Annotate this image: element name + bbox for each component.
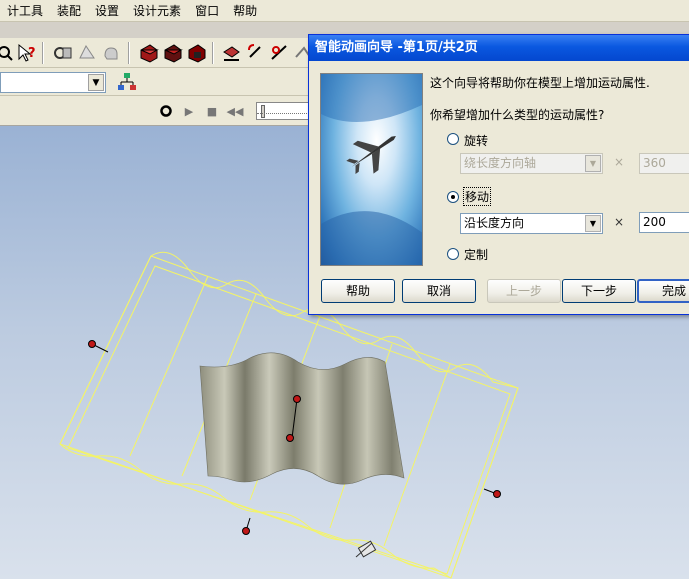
move-direction-select[interactable]: 沿长度方向 ▼ bbox=[460, 213, 603, 234]
rotate-tool-icon[interactable] bbox=[244, 42, 266, 64]
menu-window[interactable]: 窗口 bbox=[188, 0, 226, 22]
menu-settings[interactable]: 设置 bbox=[88, 0, 126, 22]
stop-icon[interactable]: ■ bbox=[203, 102, 221, 120]
finish-button[interactable]: 完成 bbox=[637, 279, 689, 303]
anchor-icon[interactable] bbox=[355, 540, 377, 558]
rotate-axis-select[interactable]: 绕长度方向轴 ▼ bbox=[460, 153, 603, 174]
move-label[interactable]: 移动 bbox=[462, 187, 492, 206]
record-icon[interactable] bbox=[157, 102, 175, 120]
rewind-icon[interactable]: ◀◀ bbox=[226, 102, 244, 120]
scene-selector[interactable]: ▼ bbox=[0, 72, 106, 93]
menu-bar: 计工具 装配 设置 设计元素 窗口 帮助 bbox=[0, 0, 689, 22]
corrugated-sheet[interactable] bbox=[199, 352, 405, 485]
solid-shaded-icon[interactable] bbox=[186, 42, 208, 64]
rotate-amount-input[interactable]: 360 bbox=[639, 153, 689, 174]
move-direction-value: 沿长度方向 bbox=[464, 216, 525, 230]
dialog-title: 智能动画向导 -第1页/共2页 bbox=[309, 35, 689, 61]
timeline-slider[interactable] bbox=[256, 102, 316, 120]
chevron-down-icon[interactable]: ▼ bbox=[585, 215, 601, 232]
menu-tools[interactable]: 计工具 bbox=[0, 0, 50, 22]
toolbar-separator bbox=[128, 42, 130, 64]
transform-icon[interactable] bbox=[220, 42, 242, 64]
custom-label[interactable]: 定制 bbox=[464, 246, 488, 263]
solid-red-icon[interactable] bbox=[138, 42, 160, 64]
prev-button[interactable]: 上一步 bbox=[487, 279, 561, 303]
wizard-banner-image bbox=[320, 73, 423, 266]
wizard-question: 你希望增加什么类型的运动属性? bbox=[430, 108, 605, 122]
zoom-icon[interactable] bbox=[0, 42, 16, 64]
menu-help[interactable]: 帮助 bbox=[226, 0, 264, 22]
menu-design-elements[interactable]: 设计元素 bbox=[126, 0, 188, 22]
toolbar-separator bbox=[212, 42, 214, 64]
play-icon[interactable]: ▶ bbox=[180, 102, 198, 120]
menu-assembly[interactable]: 装配 bbox=[50, 0, 88, 22]
toolbar-separator bbox=[42, 42, 44, 64]
part-tool-icon[interactable] bbox=[52, 42, 74, 64]
chevron-down-icon[interactable]: ▼ bbox=[88, 74, 104, 91]
chevron-down-icon[interactable]: ▼ bbox=[585, 155, 601, 172]
scale-tool-icon[interactable] bbox=[268, 42, 290, 64]
custom-radio[interactable] bbox=[447, 248, 459, 260]
pan-tool-icon[interactable] bbox=[100, 42, 122, 64]
solid-dark-icon[interactable] bbox=[162, 42, 184, 64]
cancel-button[interactable]: 取消 bbox=[402, 279, 476, 303]
times-icon: × bbox=[614, 155, 625, 169]
move-radio[interactable] bbox=[447, 191, 459, 203]
svg-text:?: ? bbox=[28, 46, 36, 61]
shape-tool-icon[interactable] bbox=[76, 42, 98, 64]
hierarchy-icon[interactable] bbox=[116, 71, 138, 93]
next-button[interactable]: 下一步 bbox=[562, 279, 636, 303]
rotate-radio[interactable] bbox=[447, 133, 459, 145]
move-amount-input[interactable]: 200 bbox=[639, 212, 689, 233]
rotate-axis-value: 绕长度方向轴 bbox=[464, 156, 537, 170]
help-button[interactable]: 帮助 bbox=[321, 279, 395, 303]
wizard-intro: 这个向导将帮助你在模型上增加运动属性. bbox=[430, 76, 650, 90]
jet-icon bbox=[346, 135, 396, 175]
animation-wizard-dialog: 智能动画向导 -第1页/共2页 这个向导将帮助你在模型上增加运动属性. 你希望增… bbox=[308, 34, 689, 315]
whats-this-help-icon[interactable]: ? bbox=[16, 42, 38, 64]
rotate-label[interactable]: 旋转 bbox=[464, 132, 488, 149]
times-icon: × bbox=[614, 215, 625, 229]
